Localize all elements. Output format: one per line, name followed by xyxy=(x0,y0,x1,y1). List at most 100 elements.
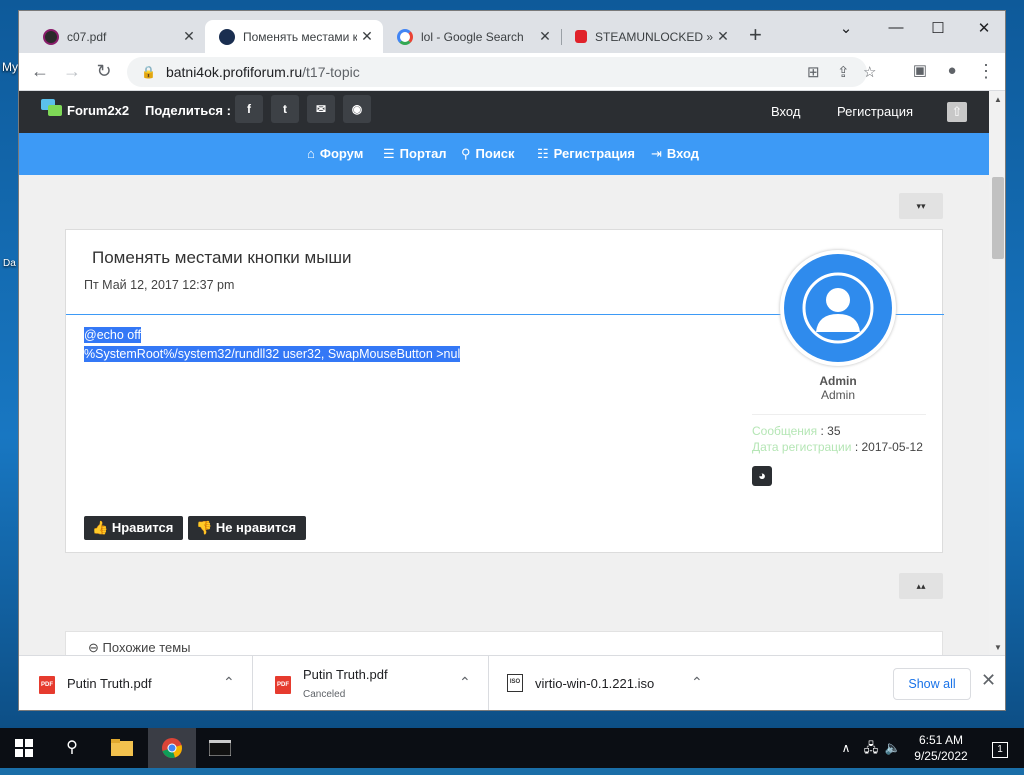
similar-topics-header[interactable]: ⊖ Похожие темы xyxy=(88,640,191,655)
scroll-down-arrow-icon[interactable]: ▼ xyxy=(994,643,1002,652)
login-icon: ⇥ xyxy=(651,146,662,161)
google-favicon-icon xyxy=(397,28,413,45)
avatar[interactable] xyxy=(780,250,896,366)
close-tab-icon[interactable]: ✕ xyxy=(179,28,199,45)
scrollbar-thumb[interactable] xyxy=(992,177,1004,259)
profile-avatar-icon[interactable]: ● xyxy=(941,61,963,81)
rss-button[interactable]: ◉ xyxy=(343,95,371,123)
back-button[interactable]: ← xyxy=(29,61,51,81)
author-name[interactable]: Admin xyxy=(746,374,930,388)
chrome-taskbar-icon[interactable] xyxy=(148,728,196,768)
notification-count: 1 xyxy=(992,742,1008,758)
download-item[interactable]: PDF Putin Truth.pdf ⌃ xyxy=(19,656,253,710)
chevron-up-icon[interactable]: ⌃ xyxy=(223,674,235,691)
tab-steamunlocked[interactable]: STEAMUNLOCKED » ✕ xyxy=(561,20,739,53)
close-downloads-bar-icon[interactable]: ✕ xyxy=(981,670,996,691)
clock-date: 9/25/2022 xyxy=(914,749,968,763)
tab-google-search[interactable]: lol - Google Search ✕ xyxy=(383,20,561,53)
tab-title: STEAMUNLOCKED » xyxy=(595,29,713,44)
forum-post: Поменять местами кнопки мыши Пт Май 12, … xyxy=(65,229,944,553)
register-link[interactable]: Регистрация xyxy=(837,104,913,119)
notification-center-icon[interactable]: 1 xyxy=(980,728,1020,768)
share-label: Поделиться : xyxy=(145,103,231,118)
clock[interactable]: 6:51 AM 9/25/2022 xyxy=(906,732,976,764)
minimize-button[interactable]: — xyxy=(881,19,911,36)
close-tab-icon[interactable]: ✕ xyxy=(357,28,377,45)
nav-label: Форум xyxy=(319,146,364,161)
forum-logo-icon[interactable] xyxy=(41,99,63,117)
address-bar[interactable]: 🔒 batni4ok.profiforum.ru /t17-topic ⊞ ⇪ … xyxy=(127,57,876,87)
code-line-text: @echo off xyxy=(84,327,141,343)
file-explorer-icon[interactable] xyxy=(98,728,146,768)
nav-register[interactable]: ☷ Регистрация xyxy=(537,146,635,162)
chevron-up-icon[interactable]: ⌃ xyxy=(691,674,703,691)
search-icon[interactable]: ⚲ xyxy=(48,728,96,768)
nav-login[interactable]: ⇥ Вход xyxy=(651,146,699,162)
download-filename: Putin Truth.pdf xyxy=(67,676,152,691)
side-panel-icon[interactable]: ▣ xyxy=(909,61,931,81)
scroll-top-icon[interactable]: ⇧ xyxy=(947,102,967,122)
page-scrollbar[interactable]: ▲ ▼ xyxy=(989,91,1005,655)
nav-portal[interactable]: ☰ Портал xyxy=(383,146,447,162)
download-filename: Putin Truth.pdf xyxy=(303,667,388,682)
like-label: Нравится xyxy=(111,520,174,535)
reload-button[interactable]: ↻ xyxy=(93,61,115,81)
desktop-icon-label[interactable]: My xyxy=(2,60,18,74)
lock-icon[interactable]: 🔒 xyxy=(141,65,156,79)
downloads-bar: PDF Putin Truth.pdf ⌃ PDF Putin Truth.pd… xyxy=(19,655,1005,710)
jump-up-button[interactable]: ▴▴ xyxy=(899,573,943,599)
stat-value: : 35 xyxy=(820,424,841,438)
tab-title: c07.pdf xyxy=(67,29,107,44)
post-body[interactable]: @echo off %SystemRoot%/system32/rundll32… xyxy=(84,326,461,364)
stat-value: : 2017-05-12 xyxy=(854,440,923,454)
taskbar: ⚲ ∧ 🖧 🔈 6:51 AM 9/25/2022 1 xyxy=(0,728,1024,768)
page-viewport: Forum2x2 Поделиться : f t ✉ ◉ Вход Регис… xyxy=(19,91,1005,655)
network-icon[interactable]: 🖧 xyxy=(860,728,882,768)
tab-forum-topic[interactable]: Поменять местами к ✕ xyxy=(205,20,383,53)
close-window-button[interactable]: ✕ xyxy=(969,19,999,37)
download-item[interactable]: PDF Putin Truth.pdf Canceled ⌃ xyxy=(255,656,489,710)
tab-search-button[interactable]: ⌄ xyxy=(831,19,861,37)
show-all-downloads-button[interactable]: Show all xyxy=(893,668,971,700)
download-item[interactable]: ISO virtio-win-0.1.221.iso ⌃ xyxy=(491,656,725,710)
code-line: @echo off xyxy=(84,326,460,345)
desktop-icon-label[interactable]: Da xyxy=(3,258,16,269)
download-filename: virtio-win-0.1.221.iso xyxy=(535,676,655,691)
login-link[interactable]: Вход xyxy=(771,104,800,119)
tab-c07-pdf[interactable]: c07.pdf ✕ xyxy=(29,20,205,53)
menu-kebab-icon[interactable]: ⋮ xyxy=(975,61,997,81)
terminal-taskbar-icon[interactable] xyxy=(196,728,244,768)
forum-brand[interactable]: Forum2x2 xyxy=(67,103,129,118)
download-status: Canceled xyxy=(303,689,346,700)
chevron-up-icon[interactable]: ⌃ xyxy=(459,674,471,691)
bookmark-star-icon[interactable]: ☆ xyxy=(863,63,876,81)
share-icon[interactable]: ⇪ xyxy=(837,63,850,81)
tab-strip: c07.pdf ✕ Поменять местами к ✕ lol - Goo… xyxy=(19,11,1005,53)
forward-button[interactable]: → xyxy=(61,61,83,81)
post-title[interactable]: Поменять местами кнопки мыши xyxy=(92,248,352,268)
close-tab-icon[interactable]: ✕ xyxy=(713,28,733,45)
close-tab-icon[interactable]: ✕ xyxy=(535,28,555,45)
maximize-button[interactable]: ☐ xyxy=(923,19,953,37)
thumbs-up-icon: 👍 xyxy=(92,520,109,535)
collapse-icon: ⊖ xyxy=(88,640,99,655)
twitter-share-button[interactable]: t xyxy=(271,95,299,123)
new-tab-button[interactable]: + xyxy=(749,24,762,46)
user-silhouette-icon xyxy=(784,254,892,362)
email-share-button[interactable]: ✉ xyxy=(307,95,335,123)
like-button[interactable]: 👍 Нравится xyxy=(84,516,184,540)
nav-forum[interactable]: ⌂ Форум xyxy=(307,146,363,161)
translate-icon[interactable]: ⊞ xyxy=(807,63,820,81)
volume-icon[interactable]: 🔈 xyxy=(882,728,904,768)
jump-down-button[interactable]: ▾▾ xyxy=(899,193,943,219)
nav-search[interactable]: ⚲ Поиск xyxy=(461,146,515,162)
tray-chevron-up-icon[interactable]: ∧ xyxy=(836,728,856,768)
stat-label: Сообщения xyxy=(752,424,818,438)
start-button[interactable] xyxy=(0,728,48,768)
facebook-share-button[interactable]: f xyxy=(235,95,263,123)
dislike-button[interactable]: 👎 Не нравится xyxy=(188,516,307,540)
messages-stat: Сообщения : 35 xyxy=(752,424,841,438)
scroll-up-arrow-icon[interactable]: ▲ xyxy=(994,95,1002,104)
nav-label: Портал xyxy=(399,146,447,161)
website-globe-icon[interactable]: ◕ xyxy=(752,466,772,486)
